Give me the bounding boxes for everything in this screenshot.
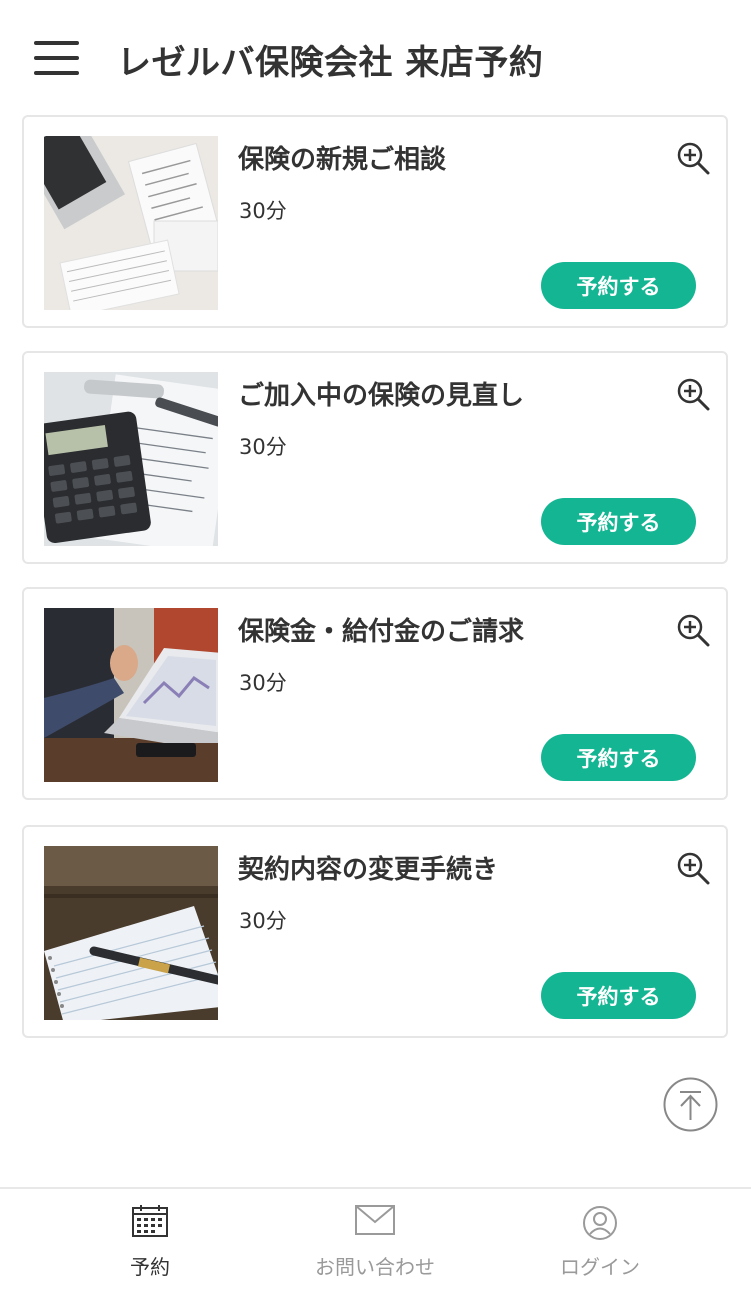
zoom-in-icon[interactable] [676,613,710,647]
mail-icon [355,1205,395,1235]
app-header: レゼルバ保険会社 来店予約 [0,0,751,116]
menu-image-notebook-pen [44,846,218,1020]
calendar-icon [132,1205,168,1237]
nav-item-reserve[interactable]: 予約 [25,1189,275,1297]
zoom-in-icon[interactable] [676,141,710,175]
zoom-in-icon[interactable] [676,851,710,885]
menu-card-new-consultation: 保険の新規ご相談 30分 予約する [22,115,728,328]
nav-label: お問い合わせ [315,1255,435,1279]
menu-image-calculator [44,372,218,546]
bottom-navigation: 予約 お問い合わせ ログイン [0,1187,751,1299]
nav-item-login[interactable]: ログイン [475,1189,725,1297]
menu-duration: 30分 [239,199,287,223]
book-button[interactable]: 予約する [541,498,696,545]
nav-label: 予約 [130,1255,170,1279]
menu-card-policy-review: ご加入中の保険の見直し 30分 予約する [22,351,728,564]
menu-title: 保険金・給付金のご請求 [238,617,525,647]
page-title: レゼルバ保険会社 来店予約 [117,43,544,83]
hamburger-menu-icon[interactable] [34,41,80,75]
menu-image-laptop-meeting [44,608,218,782]
menu-card-contract-change: 契約内容の変更手続き 30分 予約する [22,825,728,1038]
user-icon [583,1206,617,1240]
book-button[interactable]: 予約する [541,972,696,1019]
book-button[interactable]: 予約する [541,734,696,781]
menu-duration: 30分 [239,435,287,459]
nav-item-contact[interactable]: お問い合わせ [250,1189,500,1297]
menu-title: 契約内容の変更手続き [238,855,499,885]
menu-image-desk-papers [44,136,218,310]
menu-title: ご加入中の保険の見直し [238,381,525,411]
nav-label: ログイン [560,1255,640,1279]
scroll-to-top-icon[interactable] [663,1077,718,1132]
menu-duration: 30分 [239,671,287,695]
menu-title: 保険の新規ご相談 [238,145,447,175]
zoom-in-icon[interactable] [676,377,710,411]
menu-card-claim: 保険金・給付金のご請求 30分 予約する [22,587,728,800]
menu-duration: 30分 [239,909,287,933]
book-button[interactable]: 予約する [541,262,696,309]
